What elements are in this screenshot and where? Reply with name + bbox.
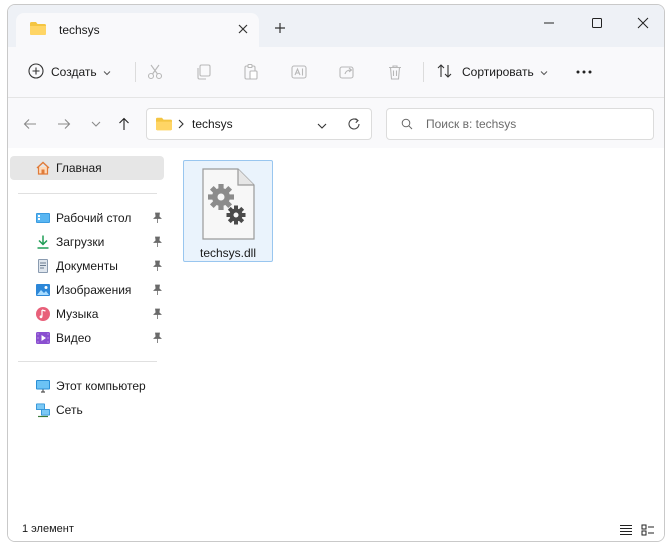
sidebar-item-label: Документы [56, 259, 118, 273]
command-bar: Создать Сортировать [8, 47, 664, 98]
toolbar-divider [423, 62, 424, 82]
computer-icon [35, 378, 51, 394]
file-list-area[interactable]: techsys.dll [172, 148, 664, 518]
tab-techsys[interactable]: techsys [16, 13, 259, 47]
address-row: techsys Поиск в: techsys [8, 98, 664, 148]
paste-icon[interactable] [241, 62, 261, 82]
sidebar-item-label: Изображения [56, 283, 132, 297]
sidebar-item-network[interactable]: Сеть [10, 398, 164, 422]
sidebar-item-pictures[interactable]: Изображения [10, 278, 164, 302]
pin-icon[interactable] [152, 332, 163, 344]
sidebar-item-home[interactable]: Главная [10, 156, 164, 180]
tab-title: techsys [59, 23, 100, 37]
pin-icon[interactable] [152, 236, 163, 248]
sidebar-item-this-pc[interactable]: Этот компьютер [10, 374, 164, 398]
sort-label: Сортировать [462, 65, 534, 79]
tiles-view-icon[interactable] [640, 522, 656, 538]
sidebar-item-music[interactable]: Музыка [10, 302, 164, 326]
sidebar-divider [18, 361, 157, 362]
sidebar-item-label: Этот компьютер [56, 379, 146, 393]
share-icon[interactable] [337, 62, 357, 82]
pin-icon[interactable] [152, 284, 163, 296]
close-tab-icon[interactable] [235, 21, 251, 37]
dll-gear-file-icon [200, 167, 256, 244]
sort-arrows-icon [436, 63, 454, 82]
address-bar[interactable]: techsys [146, 108, 372, 140]
pin-icon[interactable] [152, 308, 163, 320]
status-bar: 1 элемент [8, 518, 664, 541]
cut-icon[interactable] [145, 62, 165, 82]
sidebar-item-documents[interactable]: Документы [10, 254, 164, 278]
minimize-button[interactable] [534, 11, 564, 35]
sort-button[interactable]: Сортировать [436, 61, 548, 83]
desktop-icon [35, 210, 51, 226]
music-icon [35, 306, 51, 322]
pictures-icon [35, 282, 51, 298]
sidebar-item-label: Рабочий стол [56, 211, 132, 225]
search-icon [401, 118, 413, 133]
toolbar-divider [135, 62, 136, 82]
forward-arrow-icon[interactable] [56, 116, 72, 132]
back-arrow-icon[interactable] [22, 116, 38, 132]
sidebar-item-desktop[interactable]: Рабочий стол [10, 206, 164, 230]
search-placeholder: Поиск в: techsys [426, 117, 517, 131]
breadcrumb-techsys[interactable]: techsys [192, 117, 233, 131]
address-dropdown-icon[interactable] [317, 118, 327, 132]
refresh-icon[interactable] [347, 117, 361, 134]
explorer-window: techsys Создать Сортировать techsys Поис… [7, 4, 665, 542]
chevron-down-icon [103, 65, 111, 79]
more-options-icon[interactable] [574, 62, 594, 82]
pin-icon[interactable] [152, 212, 163, 224]
sidebar-item-label: Видео [56, 331, 92, 345]
file-name: techsys.dll [199, 246, 257, 260]
delete-icon[interactable] [385, 62, 405, 82]
sidebar-divider [18, 193, 157, 194]
create-label: Создать [51, 65, 97, 79]
sidebar-item-videos[interactable]: Видео [10, 326, 164, 350]
documents-icon [35, 258, 51, 274]
new-tab-icon[interactable] [272, 20, 288, 36]
file-item-techsys-dll[interactable]: techsys.dll [183, 160, 273, 262]
video-icon [35, 330, 51, 346]
recent-locations-chevron-icon[interactable] [88, 116, 104, 132]
navigation-pane: Главная Рабочий стол Загрузки Документы [8, 148, 168, 508]
folder-icon [29, 21, 47, 39]
download-icon [35, 234, 51, 250]
folder-icon [155, 117, 173, 134]
search-input[interactable]: Поиск в: techsys [386, 108, 654, 140]
item-count: 1 элемент [22, 523, 74, 535]
sidebar-item-label: Сеть [56, 403, 83, 417]
plus-circle-icon [28, 62, 44, 82]
sidebar-item-label: Главная [56, 161, 102, 175]
home-icon [35, 160, 51, 176]
title-bar: techsys [8, 5, 664, 47]
details-view-icon[interactable] [618, 522, 634, 538]
breadcrumb-separator-icon [178, 118, 184, 132]
copy-icon[interactable] [193, 62, 213, 82]
rename-icon[interactable] [289, 62, 309, 82]
sidebar-item-downloads[interactable]: Загрузки [10, 230, 164, 254]
close-window-button[interactable] [628, 11, 658, 35]
sidebar-item-label: Музыка [56, 307, 99, 321]
up-arrow-icon[interactable] [116, 116, 132, 132]
chevron-down-icon [540, 65, 548, 79]
create-button[interactable]: Создать [28, 61, 111, 83]
sidebar-item-label: Загрузки [56, 235, 105, 249]
pin-icon[interactable] [152, 260, 163, 272]
maximize-button[interactable] [582, 11, 612, 35]
network-icon [35, 402, 51, 418]
